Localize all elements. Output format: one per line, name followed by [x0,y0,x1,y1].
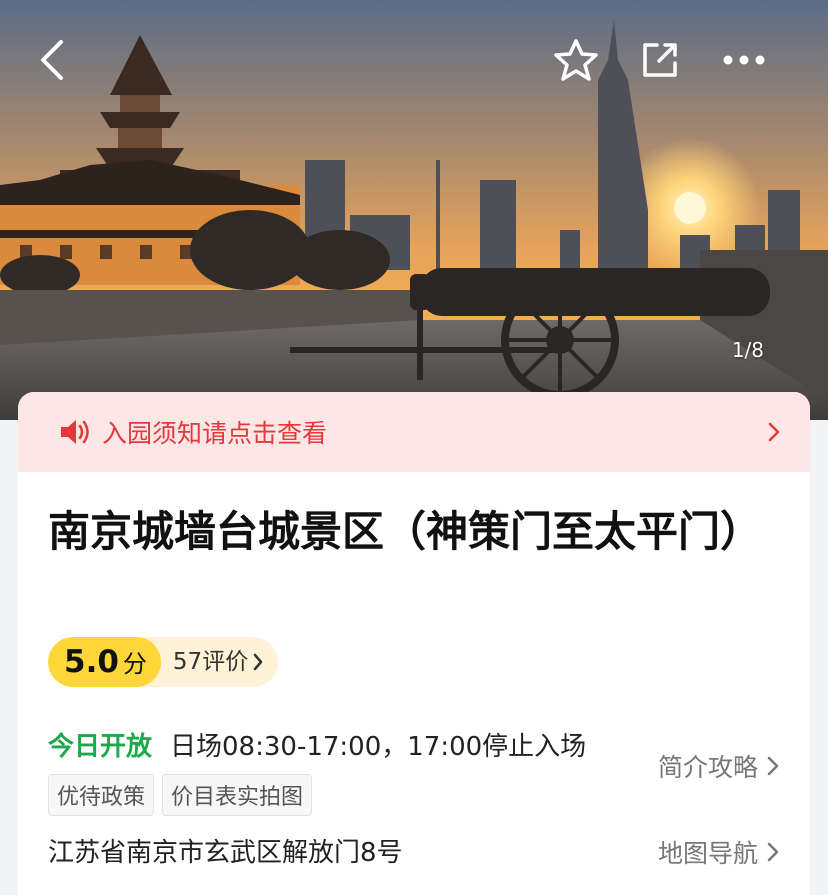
intro-guide-label: 简介攻略 [657,753,758,782]
chevron-right-icon [767,756,779,776]
chevron-right-icon [253,653,263,671]
map-navigation-label: 地图导航 [657,839,758,868]
score-pill: 5.0 分 [48,637,161,687]
intro-guide-link[interactable]: 简介攻略 [658,748,780,784]
opening-hours: 今日开放 日场08:30-17:00，17:00停止入场 [48,726,586,763]
city-wall-photo [0,0,828,420]
tag-list: 优待政策 价目表实拍图 [48,774,313,816]
chevron-right-icon [767,842,779,862]
back-arrow-icon [41,40,63,80]
star-icon [554,39,598,81]
reviews-link[interactable]: 57评价 [161,637,278,687]
notice-text: 入园须知请点击查看 [102,419,328,448]
more-icon [723,55,765,65]
back-button[interactable] [22,30,82,90]
rating-unit: 分 [122,650,147,678]
hours-text: 日场08:30-17:00，17:00停止入场 [170,732,587,762]
favorite-button[interactable] [546,30,606,90]
attraction-info-card: 入园须知请点击查看 南京城墙台城景区（神策门至太平门） 5.0 分 57评价 今… [18,392,810,895]
attraction-title: 南京城墙台城景区（神策门至太平门） [48,507,763,556]
tag-discount-policy[interactable]: 优待政策 [48,774,155,816]
address: 江苏省南京市玄武区解放门8号 [48,838,403,868]
rating-score: 5.0 [64,644,119,680]
image-counter: 1/8 [731,338,764,362]
rating-badge[interactable]: 5.0 分 57评价 [48,637,279,687]
map-navigation-link[interactable]: 地图导航 [658,834,780,870]
share-button[interactable] [630,30,690,90]
speaker-icon [61,420,89,444]
park-notice-banner[interactable]: 入园须知请点击查看 [18,392,810,472]
open-status: 今日开放 [48,732,153,762]
share-icon [643,43,677,77]
chevron-right-icon [768,422,780,442]
tag-price-photo[interactable]: 价目表实拍图 [162,774,313,816]
hero-photo[interactable]: 1/8 [0,0,828,420]
more-button[interactable] [714,30,774,90]
review-count: 57评价 [172,649,249,675]
